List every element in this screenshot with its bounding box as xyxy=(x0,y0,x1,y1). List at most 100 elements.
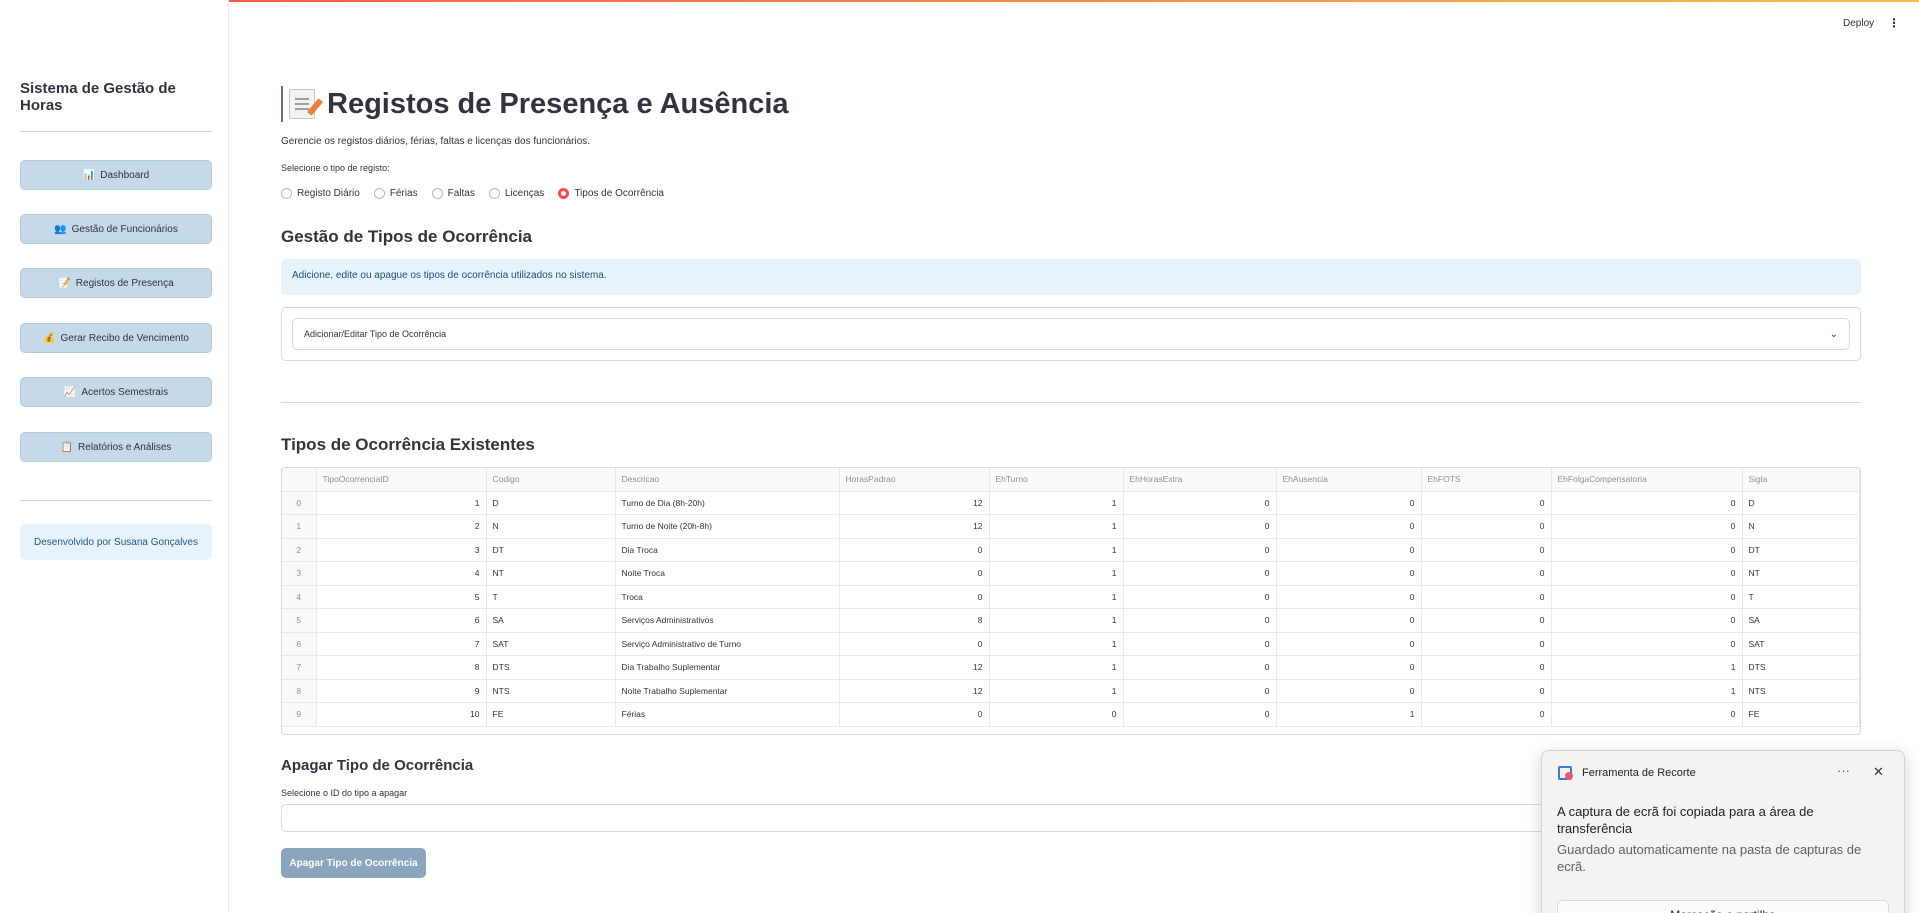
table-cell[interactable]: D xyxy=(486,491,616,515)
table-cell[interactable]: 0 xyxy=(1421,585,1552,609)
table-cell[interactable]: 0 xyxy=(1551,632,1743,656)
table-cell[interactable]: 0 xyxy=(1276,538,1422,562)
radio-licencas[interactable]: Licenças xyxy=(488,188,544,199)
column-header[interactable]: Codigo xyxy=(486,468,616,492)
table-cell[interactable]: 0 xyxy=(1123,561,1277,586)
table-cell[interactable]: 1 xyxy=(989,585,1124,609)
table-row[interactable]: 1 2 N Turno de Noite (20h-8h) 12 1 0 0 0 0 N xyxy=(282,514,1860,539)
table-row[interactable]: 8 9 NTS Noite Trabalho Suplementar 12 1 0 0 0 1 NT… xyxy=(282,679,1860,703)
table-cell[interactable]: SA xyxy=(486,608,616,633)
table-cell[interactable]: 12 xyxy=(839,514,990,539)
chevron-down-icon[interactable]: ⌄ xyxy=(1830,329,1838,340)
table-cell[interactable]: FE xyxy=(486,702,616,727)
sidebar-item-payslip[interactable]: 💰 Gerar Recibo de Vencimento xyxy=(20,323,212,353)
table-cell[interactable]: 0 xyxy=(1421,702,1552,727)
column-header[interactable]: EhFOTS xyxy=(1421,468,1552,492)
column-header[interactable]: EhAusencia xyxy=(1276,468,1422,492)
table-cell[interactable]: NT xyxy=(486,561,616,586)
table-row[interactable]: 4 5 T Troca 0 1 0 0 0 0 T xyxy=(282,585,1860,609)
table-cell[interactable]: 0 xyxy=(1421,491,1552,515)
table-cell[interactable]: 0 xyxy=(1551,608,1743,633)
table-row[interactable]: 5 6 SA Serviços Administrativos 8 1 0 0 0 0 SA xyxy=(282,608,1860,633)
table-cell[interactable]: 6 xyxy=(316,608,487,633)
table-cell[interactable]: Noite Troca xyxy=(615,561,840,586)
column-header[interactable]: EhTurno xyxy=(989,468,1124,492)
table-cell[interactable]: 0 xyxy=(1276,679,1422,703)
column-header[interactable] xyxy=(282,468,317,492)
table-cell[interactable]: 1 xyxy=(989,679,1124,703)
table-cell[interactable]: 1 xyxy=(989,655,1124,680)
table-row[interactable]: 3 4 NT Noite Troca 0 1 0 0 0 0 NT xyxy=(282,561,1860,586)
table-cell[interactable]: 1 xyxy=(989,514,1124,539)
table-row[interactable]: 7 8 DTS Dia Trabalho Suplementar 12 1 0 0 0 1 DTS xyxy=(282,655,1860,680)
table-cell[interactable]: 8 xyxy=(839,608,990,633)
table-cell[interactable]: 1 xyxy=(1276,702,1422,727)
more-options-icon[interactable]: ··· xyxy=(1837,763,1850,778)
sidebar-item-adjustments[interactable]: 📈 Acertos Semestrais xyxy=(20,377,212,407)
table-cell[interactable]: 0 xyxy=(1276,632,1422,656)
table-cell[interactable]: 0 xyxy=(1421,561,1552,586)
column-header[interactable]: HorasPadrao xyxy=(839,468,990,492)
radio-circle[interactable] xyxy=(488,188,500,199)
table-cell[interactable]: 0 xyxy=(1551,702,1743,727)
table-cell[interactable]: DT xyxy=(486,538,616,562)
table-cell[interactable]: 0 xyxy=(1276,655,1422,680)
table-cell[interactable]: Férias xyxy=(615,702,840,727)
table-cell[interactable]: 0 xyxy=(1123,679,1277,703)
table-cell[interactable]: 0 xyxy=(1421,655,1552,680)
table-cell[interactable]: 1 xyxy=(989,561,1124,586)
table-cell[interactable]: 0 xyxy=(1276,585,1422,609)
table-cell[interactable]: 0 xyxy=(1123,608,1277,633)
table-cell[interactable]: 7 xyxy=(316,632,487,656)
table-cell[interactable]: 0 xyxy=(1551,491,1743,515)
delete-type-button[interactable]: Apagar Tipo de Ocorrência xyxy=(281,848,426,878)
table-row[interactable]: 9 10 FE Férias 0 0 0 1 0 0 FE xyxy=(282,702,1860,727)
add-edit-expander-header[interactable]: Adicionar/Editar Tipo de Ocorrência ⌄ xyxy=(292,318,1850,350)
table-cell[interactable]: 0 xyxy=(1123,491,1277,515)
table-cell[interactable]: Troca xyxy=(615,585,840,609)
table-cell[interactable]: Serviços Administrativos xyxy=(615,608,840,633)
table-cell[interactable]: 12 xyxy=(839,491,990,515)
table-row[interactable]: 0 1 D Turno de Dia (8h-20h) 12 1 0 0 0 0 D xyxy=(282,491,1860,515)
sidebar-item-reports[interactable]: 📋 Relatórios e Análises xyxy=(20,432,212,462)
table-cell[interactable]: NTS xyxy=(1742,679,1860,703)
table-cell[interactable]: D xyxy=(1742,491,1860,515)
table-cell[interactable]: 8 xyxy=(316,655,487,680)
table-cell[interactable]: DT xyxy=(1742,538,1860,562)
column-header[interactable]: EhHorasExtra xyxy=(1123,468,1277,492)
table-cell[interactable]: Noite Trabalho Suplementar xyxy=(615,679,840,703)
table-cell[interactable]: Serviço Administrativo de Turno xyxy=(615,632,840,656)
table-cell[interactable]: 0 xyxy=(1421,679,1552,703)
table-cell[interactable]: 0 xyxy=(1276,514,1422,539)
column-header[interactable]: EhFolgaCompensatoria xyxy=(1551,468,1743,492)
main-menu-icon[interactable]: ⋮ xyxy=(1888,16,1900,30)
table-cell[interactable]: 0 xyxy=(839,632,990,656)
radio-faltas[interactable]: Faltas xyxy=(431,188,475,199)
table-cell[interactable]: Turno de Dia (8h-20h) xyxy=(615,491,840,515)
table-cell[interactable]: 0 xyxy=(839,702,990,727)
table-cell[interactable]: 12 xyxy=(839,655,990,680)
table-cell[interactable]: Turno de Noite (20h-8h) xyxy=(615,514,840,539)
table-cell[interactable]: 0 xyxy=(1276,561,1422,586)
table-cell[interactable]: T xyxy=(486,585,616,609)
occurrence-types-table[interactable]: TipoOcorrenciaID Codigo Descricao HorasP… xyxy=(281,467,1861,735)
sidebar-item-attendance[interactable]: 📝 Registos de Presença xyxy=(20,268,212,298)
radio-circle[interactable] xyxy=(431,188,443,199)
table-cell[interactable]: 2 xyxy=(316,514,487,539)
table-cell[interactable]: 1 xyxy=(989,608,1124,633)
table-cell[interactable]: 0 xyxy=(1276,491,1422,515)
table-cell[interactable]: Dia Troca xyxy=(615,538,840,562)
table-cell[interactable]: 3 xyxy=(316,538,487,562)
table-cell[interactable]: 1 xyxy=(1551,679,1743,703)
radio-ferias[interactable]: Férias xyxy=(373,188,418,199)
table-cell[interactable]: T xyxy=(1742,585,1860,609)
table-cell[interactable]: 0 xyxy=(839,585,990,609)
table-cell[interactable]: 0 xyxy=(1123,655,1277,680)
sidebar-item-dashboard[interactable]: 📊 Dashboard xyxy=(20,160,212,190)
table-cell[interactable]: SAT xyxy=(486,632,616,656)
table-cell[interactable]: 0 xyxy=(989,702,1124,727)
sidebar-item-employees[interactable]: 👥 Gestão de Funcionários xyxy=(20,214,212,244)
table-cell[interactable]: 0 xyxy=(1421,608,1552,633)
table-cell[interactable]: 12 xyxy=(839,679,990,703)
table-cell[interactable]: 0 xyxy=(1421,632,1552,656)
